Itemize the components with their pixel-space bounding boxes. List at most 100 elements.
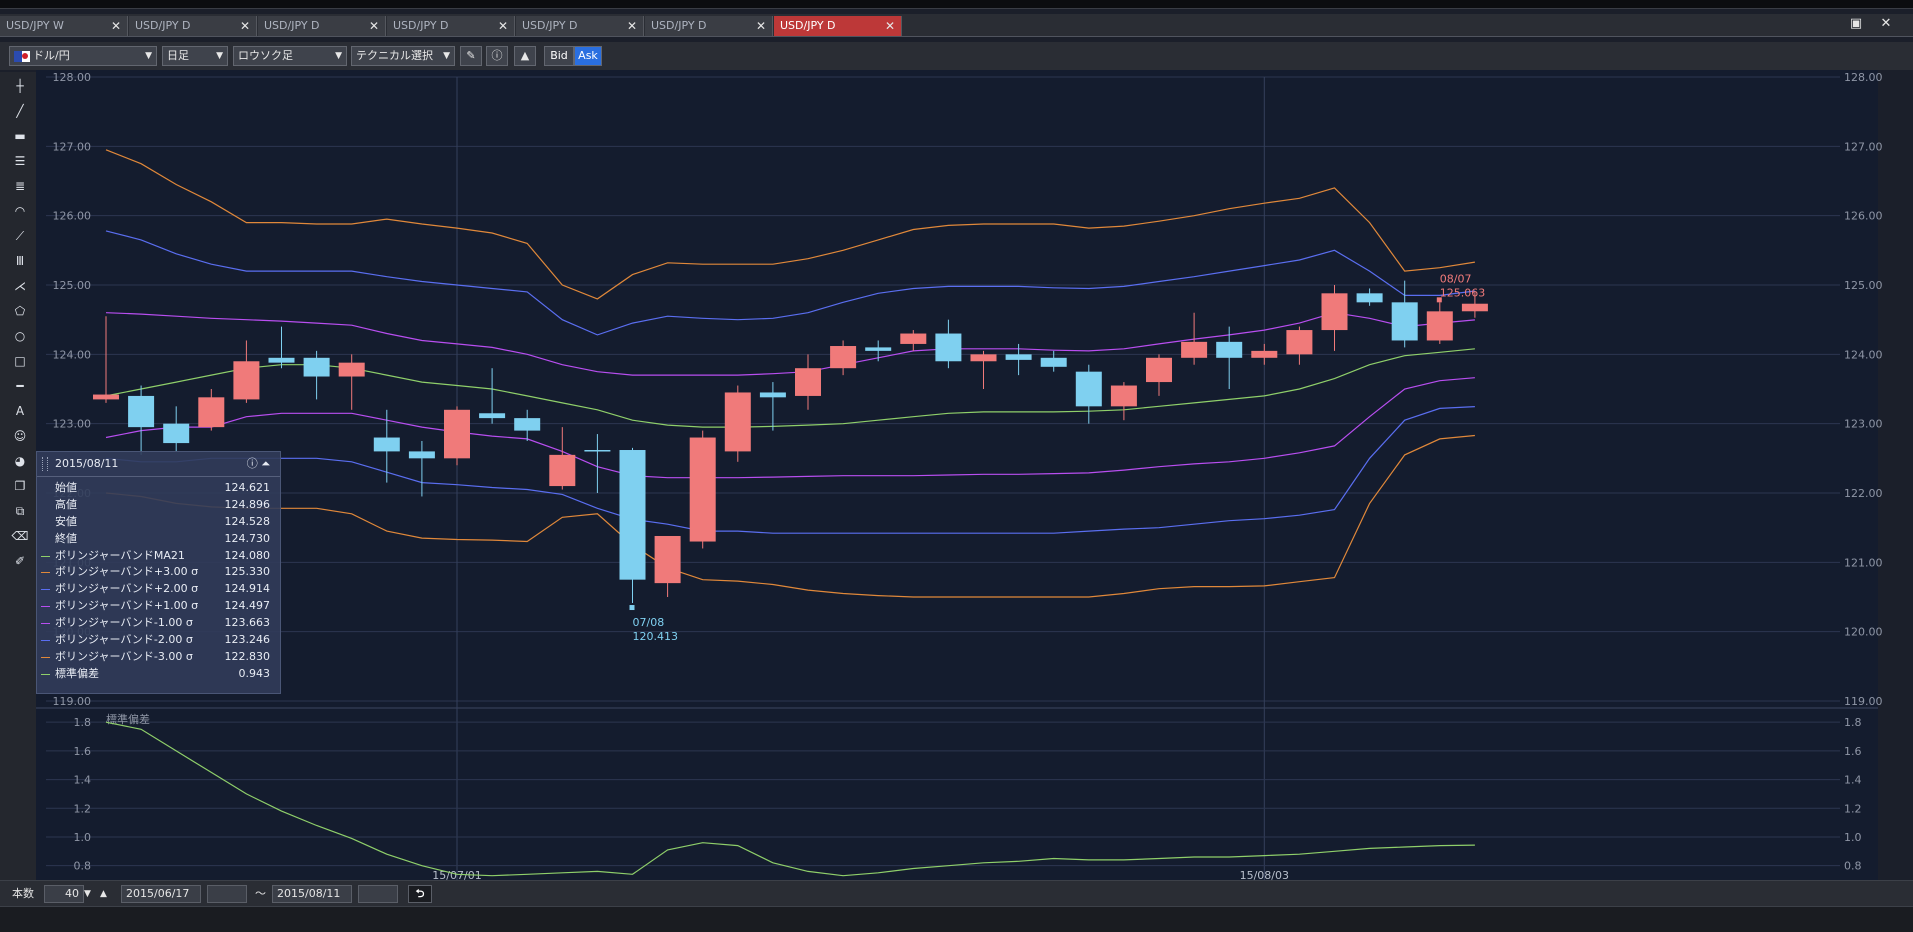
price-chart[interactable]: 128.00 128.00 127.00 127.00 126.00 126.00 125.…: [36, 70, 1913, 880]
drag-handle[interactable]: [42, 457, 48, 471]
candle-body: [900, 333, 927, 344]
trendline-icon[interactable]: ╱: [9, 101, 31, 121]
candle-body: [724, 392, 751, 452]
fan-icon[interactable]: ⟋: [9, 226, 31, 246]
close-icon[interactable]: ✕: [885, 16, 895, 36]
emoji-icon[interactable]: ☺: [9, 426, 31, 446]
from-date-input[interactable]: 2015/06/17: [121, 885, 201, 903]
high-date-label: 08/07: [1440, 272, 1472, 285]
ruler-icon[interactable]: ▬: [9, 126, 31, 146]
tab-bar: USD/JPY W ✕ USD/JPY D ✕ USD/JPY D ✕ USD/JPY…: [0, 14, 1913, 37]
info-panel-header[interactable]: 2015/08/11 ⓘ ⏶: [37, 452, 280, 477]
candle-body: [795, 368, 821, 396]
tab-6[interactable]: USD/JPY D ✕: [645, 16, 773, 36]
copy-icon[interactable]: ❐: [9, 476, 31, 496]
edit-icon[interactable]: ✐: [9, 551, 31, 571]
technical-select[interactable]: テクニカル選択 ▼: [351, 46, 455, 66]
count-up-icon[interactable]: ▲: [100, 885, 107, 903]
count-input[interactable]: 40: [44, 885, 84, 903]
ask-button[interactable]: Ask: [574, 46, 602, 66]
row-label: 高値: [55, 497, 77, 511]
tab-5[interactable]: USD/JPY D ✕: [516, 16, 644, 36]
vertical-lines-icon[interactable]: Ⅲ: [9, 251, 31, 271]
candle-body: [373, 437, 400, 452]
candle-body: [1075, 371, 1102, 407]
row-label: 始値: [55, 481, 77, 494]
tab-7-active[interactable]: USD/JPY D ✕: [774, 16, 902, 36]
timeframe-select[interactable]: 日足 ▼: [162, 46, 228, 66]
candle-body: [689, 437, 716, 542]
tab-3[interactable]: USD/JPY D ✕: [258, 16, 386, 36]
count-down-icon[interactable]: ▼: [84, 885, 91, 903]
indicator-row: ボリンジャーバンド+1.00 σ 124.497: [37, 598, 280, 615]
indicator-row: ボリンジャーバンド-1.00 σ 123.663: [37, 615, 280, 632]
candle-body: [1251, 350, 1278, 358]
pentagon-icon[interactable]: ⬠: [9, 301, 31, 321]
chart-toolbar: ドル/円 ▼ 日足 ▼ ロウソク足 ▼ テクニカル選択 ▼ ✎ ⓘ ▲ Bid Ask: [0, 42, 1913, 70]
eraser-icon[interactable]: ⌫: [9, 526, 31, 546]
candle-body: [1461, 303, 1488, 312]
close-icon[interactable]: ✕: [369, 16, 379, 36]
separator-icon: ━: [16, 379, 24, 393]
candle-body: [935, 333, 962, 362]
candle-body: [1216, 341, 1243, 358]
pencil-icon[interactable]: ✎: [460, 46, 482, 66]
row-label: ボリンジャーバンド+2.00 σ: [55, 582, 199, 596]
circle-icon[interactable]: ○: [9, 326, 31, 346]
close-icon[interactable]: ✕: [498, 16, 508, 36]
to-date-input[interactable]: 2015/08/11: [272, 885, 352, 903]
sub-y-tick-right: 1.6: [1844, 745, 1862, 758]
tab-1[interactable]: USD/JPY W ✕: [0, 16, 128, 36]
candle-body: [1426, 311, 1453, 341]
row-value: 0.943: [238, 666, 271, 680]
candle-body: [865, 347, 892, 351]
close-icon[interactable]: ✕: [240, 16, 250, 36]
from-time-input[interactable]: [207, 885, 247, 903]
tab-4[interactable]: USD/JPY D ✕: [387, 16, 515, 36]
tab-2[interactable]: USD/JPY D ✕: [129, 16, 257, 36]
range-bar: 本数 40 ▼ ▲ 2015/06/17 ～ 2015/08/11 ⮌: [0, 880, 1913, 907]
text-icon[interactable]: A: [9, 401, 31, 421]
chevron-down-icon: ▼: [335, 51, 342, 61]
range-tilde: ～: [255, 887, 266, 900]
close-window-icon[interactable]: ✕: [1876, 15, 1896, 33]
y-tick-label-right: 127.00: [1844, 140, 1883, 153]
arc-icon[interactable]: ◠: [9, 201, 31, 221]
to-time-input[interactable]: [358, 885, 398, 903]
candle-body: [759, 392, 786, 398]
legend-swatch: [41, 640, 50, 642]
legend-swatch: [41, 656, 50, 658]
sub-y-tick-right: 1.8: [1844, 716, 1862, 729]
close-icon[interactable]: ✕: [111, 16, 121, 36]
sub-y-tick-right: 0.8: [1844, 860, 1862, 873]
close-icon[interactable]: ✕: [756, 16, 766, 36]
crosshair-icon[interactable]: ┼: [9, 76, 31, 96]
return-icon[interactable]: ⮌: [408, 885, 432, 903]
info-icon[interactable]: ⓘ: [486, 46, 508, 66]
row-value: 124.730: [224, 531, 271, 545]
indicator-row: ボリンジャーバンド+3.00 σ 125.330: [37, 564, 280, 581]
close-icon[interactable]: ✕: [627, 16, 637, 36]
candle-body: [619, 450, 646, 580]
rectangle-icon[interactable]: □: [9, 351, 31, 371]
maximize-icon[interactable]: ▣: [1846, 15, 1866, 33]
bid-button[interactable]: Bid: [544, 46, 574, 66]
magnet-icon[interactable]: ◕: [9, 451, 31, 471]
area-chart-icon[interactable]: ▲: [514, 46, 536, 66]
candle-body: [514, 418, 541, 431]
y-tick-label-right: 126.00: [1844, 210, 1883, 223]
layers-icon[interactable]: ⧉: [9, 501, 31, 521]
chart-type-select[interactable]: ロウソク足 ▼: [233, 46, 347, 66]
pitchfork-icon[interactable]: ⋌: [9, 276, 31, 296]
indicator-row: ボリンジャーバンド-2.00 σ 123.246: [37, 632, 280, 649]
row-label: 標準偏差: [55, 666, 99, 680]
candle-body: [479, 413, 506, 419]
sub-y-tick-left: 1.2: [74, 802, 92, 815]
currency-pair-select[interactable]: ドル/円 ▼: [9, 46, 157, 66]
horizontal-lines-icon[interactable]: ☰: [9, 151, 31, 171]
drawing-toolbar: ┼ ╱ ▬ ☰ ≣ ◠ ⟋ Ⅲ ⋌ ⬠ ○ □ ━ A ☺ ◕ ❐ ⧉ ⌫ ✐: [0, 72, 36, 880]
info-collapse-icon[interactable]: ⓘ ⏶: [247, 452, 270, 476]
fibonacci-icon[interactable]: ≣: [9, 176, 31, 196]
tab-label: USD/JPY D: [780, 19, 836, 32]
indicator-row: 標準偏差 0.943: [37, 666, 280, 683]
